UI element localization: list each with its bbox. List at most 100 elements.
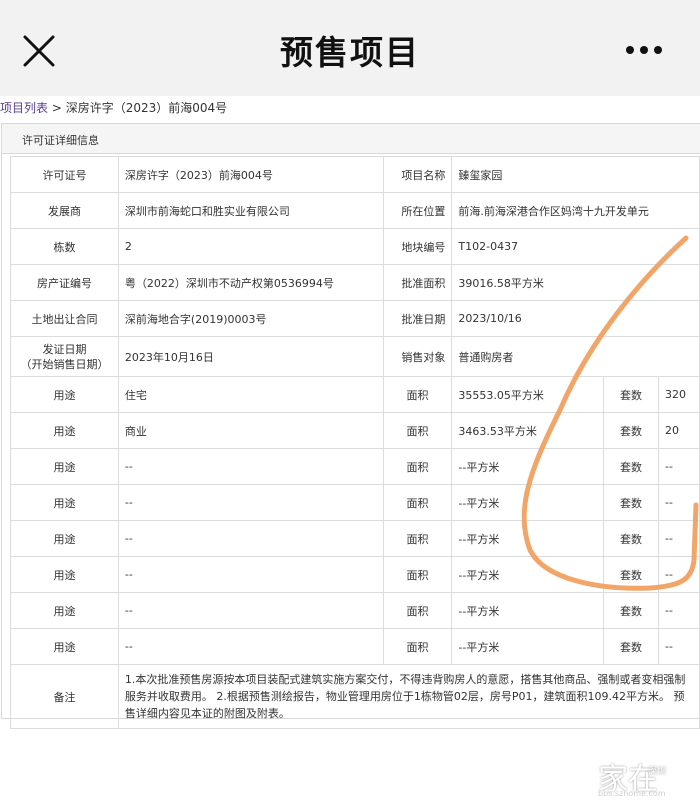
developer-value: 深圳市前海蛇口和胜实业有限公司: [117, 192, 384, 229]
usage-use-label: 用途: [10, 556, 119, 593]
approved-date-label: 批准日期: [382, 300, 453, 337]
permit-no-value: 深房许字（2023）前海004号: [117, 156, 384, 193]
usage-use-label: 用途: [10, 484, 119, 521]
usage-area-value: 3463.53平方米: [451, 412, 605, 449]
breadcrumb-current: 深房许字（2023）前海004号: [65, 101, 228, 115]
usage-units-label: 套数: [603, 592, 659, 629]
usage-row: 用途 商业 面积 3463.53平方米 套数 20: [10, 412, 700, 449]
usage-row: 用途 -- 面积 --平方米 套数 --: [10, 628, 700, 665]
buildings-label: 栋数: [10, 228, 119, 265]
usage-area-label: 面积: [382, 448, 453, 485]
usage-units-label: 套数: [603, 556, 659, 593]
cert-no-label: 房产证编号: [10, 264, 119, 301]
buyers-value: 普通购房者: [451, 336, 700, 377]
usage-row: 用途 住宅 面积 35553.05平方米 套数 320: [10, 376, 700, 413]
land-contract-label: 土地出让合同: [10, 300, 119, 337]
issue-date-label: 发证日期 （开始销售日期）: [10, 336, 119, 377]
usage-units-value: 20: [658, 412, 700, 449]
usage-units-value: --: [658, 484, 700, 521]
issue-date-label-line2: （开始销售日期）: [20, 357, 109, 371]
usage-area-label: 面积: [382, 592, 453, 629]
usage-row: 用途 -- 面积 --平方米 套数 --: [10, 592, 700, 629]
usage-units-label: 套数: [603, 484, 659, 521]
usage-units-value: --: [658, 628, 700, 665]
usage-use-label: 用途: [10, 376, 119, 413]
usage-area-label: 面积: [382, 628, 453, 665]
usage-use-value: --: [117, 592, 384, 629]
developer-label: 发展商: [10, 192, 119, 229]
usage-area-label: 面积: [382, 520, 453, 557]
remarks-label: 备注: [10, 664, 119, 729]
usage-units-value: --: [658, 520, 700, 557]
usage-use-label: 用途: [10, 448, 119, 485]
approved-area-label: 批准面积: [382, 264, 453, 301]
usage-units-label: 套数: [603, 520, 659, 557]
table-row: 土地出让合同 深前海地合字(2019)0003号 批准日期 2023/10/16: [10, 300, 700, 337]
usage-area-label: 面积: [382, 376, 453, 413]
usage-area-value: --平方米: [451, 448, 605, 485]
usage-use-label: 用途: [10, 520, 119, 557]
more-dots-icon[interactable]: [624, 44, 664, 56]
usage-area-value: --平方米: [451, 556, 605, 593]
table-row: 房产证编号 粤（2022）深圳市不动产权第0536994号 批准面积 39016…: [10, 264, 700, 301]
usage-area-label: 面积: [382, 412, 453, 449]
top-bar: 预售项目: [0, 0, 700, 96]
usage-units-value: --: [658, 448, 700, 485]
page-title: 预售项目: [280, 33, 420, 72]
buyers-label: 销售对象: [382, 336, 453, 377]
lot-no-value: T102-0437: [451, 228, 700, 265]
usage-units-label: 套数: [603, 412, 659, 449]
usage-area-value: --平方米: [451, 520, 605, 557]
usage-use-label: 用途: [10, 592, 119, 629]
panel-title: 许可证详细信息: [22, 134, 99, 147]
usage-row: 用途 -- 面积 --平方米 套数 --: [10, 484, 700, 521]
usage-use-label: 用途: [10, 412, 119, 449]
usage-use-value: --: [117, 484, 384, 521]
table-row: 发证日期 （开始销售日期） 2023年10月16日 销售对象 普通购房者: [10, 336, 700, 377]
location-value: 前海.前海深港合作区妈湾十九开发单元: [451, 192, 700, 229]
usage-area-value: --平方米: [451, 484, 605, 521]
usage-units-label: 套数: [603, 628, 659, 665]
location-label: 所在位置: [382, 192, 453, 229]
usage-units-value: --: [658, 592, 700, 629]
usage-area-label: 面积: [382, 484, 453, 521]
breadcrumb-link-project-list[interactable]: 项目列表: [0, 101, 48, 115]
panel-header: 许可证详细信息: [2, 124, 700, 154]
project-name-label: 项目名称: [382, 156, 453, 193]
watermark-subtext: 深圳: [648, 767, 667, 777]
usage-row: 用途 -- 面积 --平方米 套数 --: [10, 556, 700, 593]
usage-use-value: --: [117, 556, 384, 593]
table-row: 发展商 深圳市前海蛇口和胜实业有限公司 所在位置 前海.前海深港合作区妈湾十九开…: [10, 192, 700, 229]
approved-date-value: 2023/10/16: [451, 300, 700, 337]
usage-area-value: 35553.05平方米: [451, 376, 605, 413]
approved-area-value: 39016.58平方米: [451, 264, 700, 301]
breadcrumb: 项目列表 > 深房许字（2023）前海004号: [0, 98, 227, 118]
usage-use-value: 商业: [117, 412, 384, 449]
table-row: 栋数 2 地块编号 T102-0437: [10, 228, 700, 265]
usage-use-label: 用途: [10, 628, 119, 665]
usage-row: 用途 -- 面积 --平方米 套数 --: [10, 448, 700, 485]
lot-no-label: 地块编号: [382, 228, 453, 265]
usage-units-value: 320: [658, 376, 700, 413]
permit-detail-table: 许可证号 深房许字（2023）前海004号 项目名称 臻玺家园 发展商 深圳市前…: [10, 156, 700, 729]
watermark-url: bbs.szhome.com: [598, 789, 666, 798]
issue-date-value: 2023年10月16日: [117, 336, 384, 377]
usage-area-value: --平方米: [451, 628, 605, 665]
usage-use-value: --: [117, 628, 384, 665]
usage-units-value: --: [658, 556, 700, 593]
table-row: 许可证号 深房许字（2023）前海004号 项目名称 臻玺家园: [10, 156, 700, 193]
permit-no-label: 许可证号: [10, 156, 119, 193]
usage-use-value: 住宅: [117, 376, 384, 413]
buildings-value: 2: [117, 228, 384, 265]
issue-date-label-line1: 发证日期: [42, 342, 87, 356]
cert-no-value: 粤（2022）深圳市不动产权第0536994号: [117, 264, 384, 301]
usage-use-value: --: [117, 520, 384, 557]
project-name-value: 臻玺家园: [451, 156, 700, 193]
remarks-value: 1.本次批准预售房源按本项目装配式建筑实施方案交付，不得违背购房人的意愿，搭售其…: [117, 664, 700, 729]
usage-row: 用途 -- 面积 --平方米 套数 --: [10, 520, 700, 557]
usage-units-label: 套数: [603, 376, 659, 413]
breadcrumb-separator: >: [51, 101, 62, 115]
table-row: 备注 1.本次批准预售房源按本项目装配式建筑实施方案交付，不得违背购房人的意愿，…: [10, 664, 700, 729]
usage-use-value: --: [117, 448, 384, 485]
usage-area-label: 面积: [382, 556, 453, 593]
